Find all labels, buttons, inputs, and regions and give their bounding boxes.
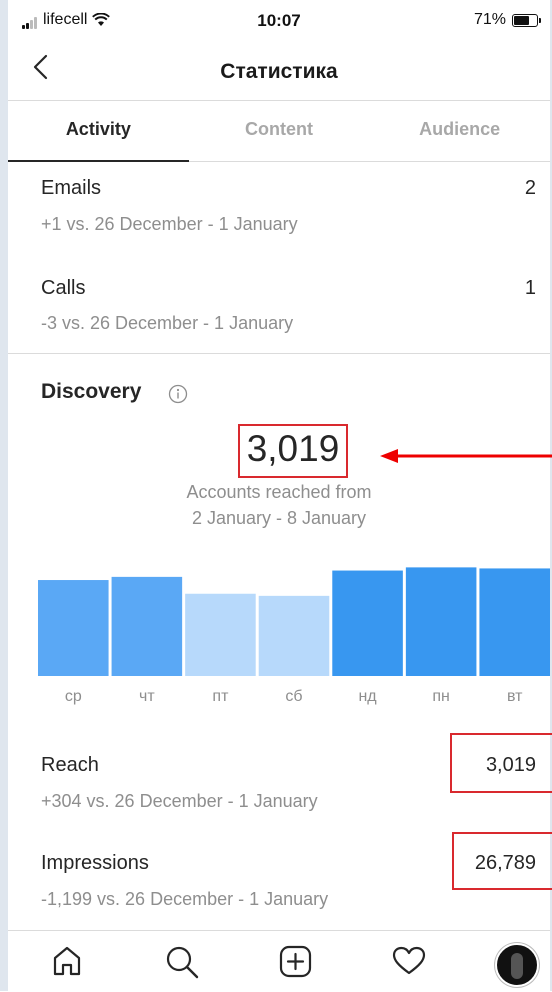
chart-day-label: чт <box>139 688 155 705</box>
tab-bar: Activity Content Audience <box>8 100 550 162</box>
header: Статистика <box>8 42 550 98</box>
emails-value: 2 <box>524 177 536 199</box>
heart-icon[interactable] <box>392 945 426 977</box>
chart-day-label: ср <box>64 688 82 705</box>
section-divider <box>8 353 550 354</box>
chart-bar-5 <box>405 567 477 676</box>
impressions-label: Impressions <box>41 852 149 874</box>
chart-bar-2 <box>185 593 256 676</box>
clock: 10:07 <box>257 11 301 30</box>
page-title: Статистика <box>220 60 338 83</box>
calls-change: -3 vs. 26 December - 1 January <box>41 313 294 333</box>
tab-audience[interactable]: Audience <box>369 101 550 161</box>
chart-bar-4 <box>332 570 403 676</box>
accounts-reached-caption: Accounts reached from <box>186 482 372 502</box>
chart-day-label: сб <box>285 688 303 705</box>
chart-bar-0 <box>38 580 109 676</box>
emails-label: Emails <box>41 177 102 199</box>
impressions-change: -1,199 vs. 26 December - 1 January <box>41 889 329 909</box>
impressions-value: 26,789 <box>474 852 536 874</box>
tab-content[interactable]: Content <box>189 101 370 161</box>
home-icon[interactable] <box>52 945 82 977</box>
chart-bar-6 <box>479 568 550 676</box>
reach-change: +304 vs. 26 December - 1 January <box>41 791 318 811</box>
new-post-icon[interactable] <box>279 945 312 978</box>
discovery-title: Discovery <box>41 380 142 403</box>
chart-day-label: нд <box>358 688 377 705</box>
emails-change: +1 vs. 26 December - 1 January <box>41 214 298 234</box>
battery-percent: 71% <box>473 11 506 28</box>
red-arrow-icon <box>380 449 552 463</box>
screen: lifecell 10:07 71% Статистика Activity C… <box>0 0 552 992</box>
chart-day-labels: ср чт пт сб нд пн вт <box>38 688 552 712</box>
info-icon[interactable] <box>168 384 188 404</box>
chart-day-label: вт <box>506 688 523 705</box>
calls-label: Calls <box>41 277 86 299</box>
status-bar: lifecell 10:07 71% <box>8 0 550 42</box>
chart-bar-3 <box>258 595 330 676</box>
chart-day-label: пн <box>432 688 450 705</box>
profile-avatar[interactable] <box>495 943 539 987</box>
reach-value: 3,019 <box>485 754 536 776</box>
battery-icon <box>512 13 541 27</box>
calls-value: 1 <box>524 277 536 299</box>
bottom-nav <box>8 930 550 992</box>
tab-activity[interactable]: Activity <box>8 101 189 162</box>
accounts-reached-chart <box>38 567 550 676</box>
accounts-reached-range: 2 January - 8 January <box>191 508 367 528</box>
chart-bar-1 <box>111 576 183 676</box>
reach-label: Reach <box>41 754 99 776</box>
accounts-reached-number: 3,019 <box>246 428 340 469</box>
search-icon[interactable] <box>165 945 199 979</box>
chart-day-label: пт <box>212 688 229 705</box>
